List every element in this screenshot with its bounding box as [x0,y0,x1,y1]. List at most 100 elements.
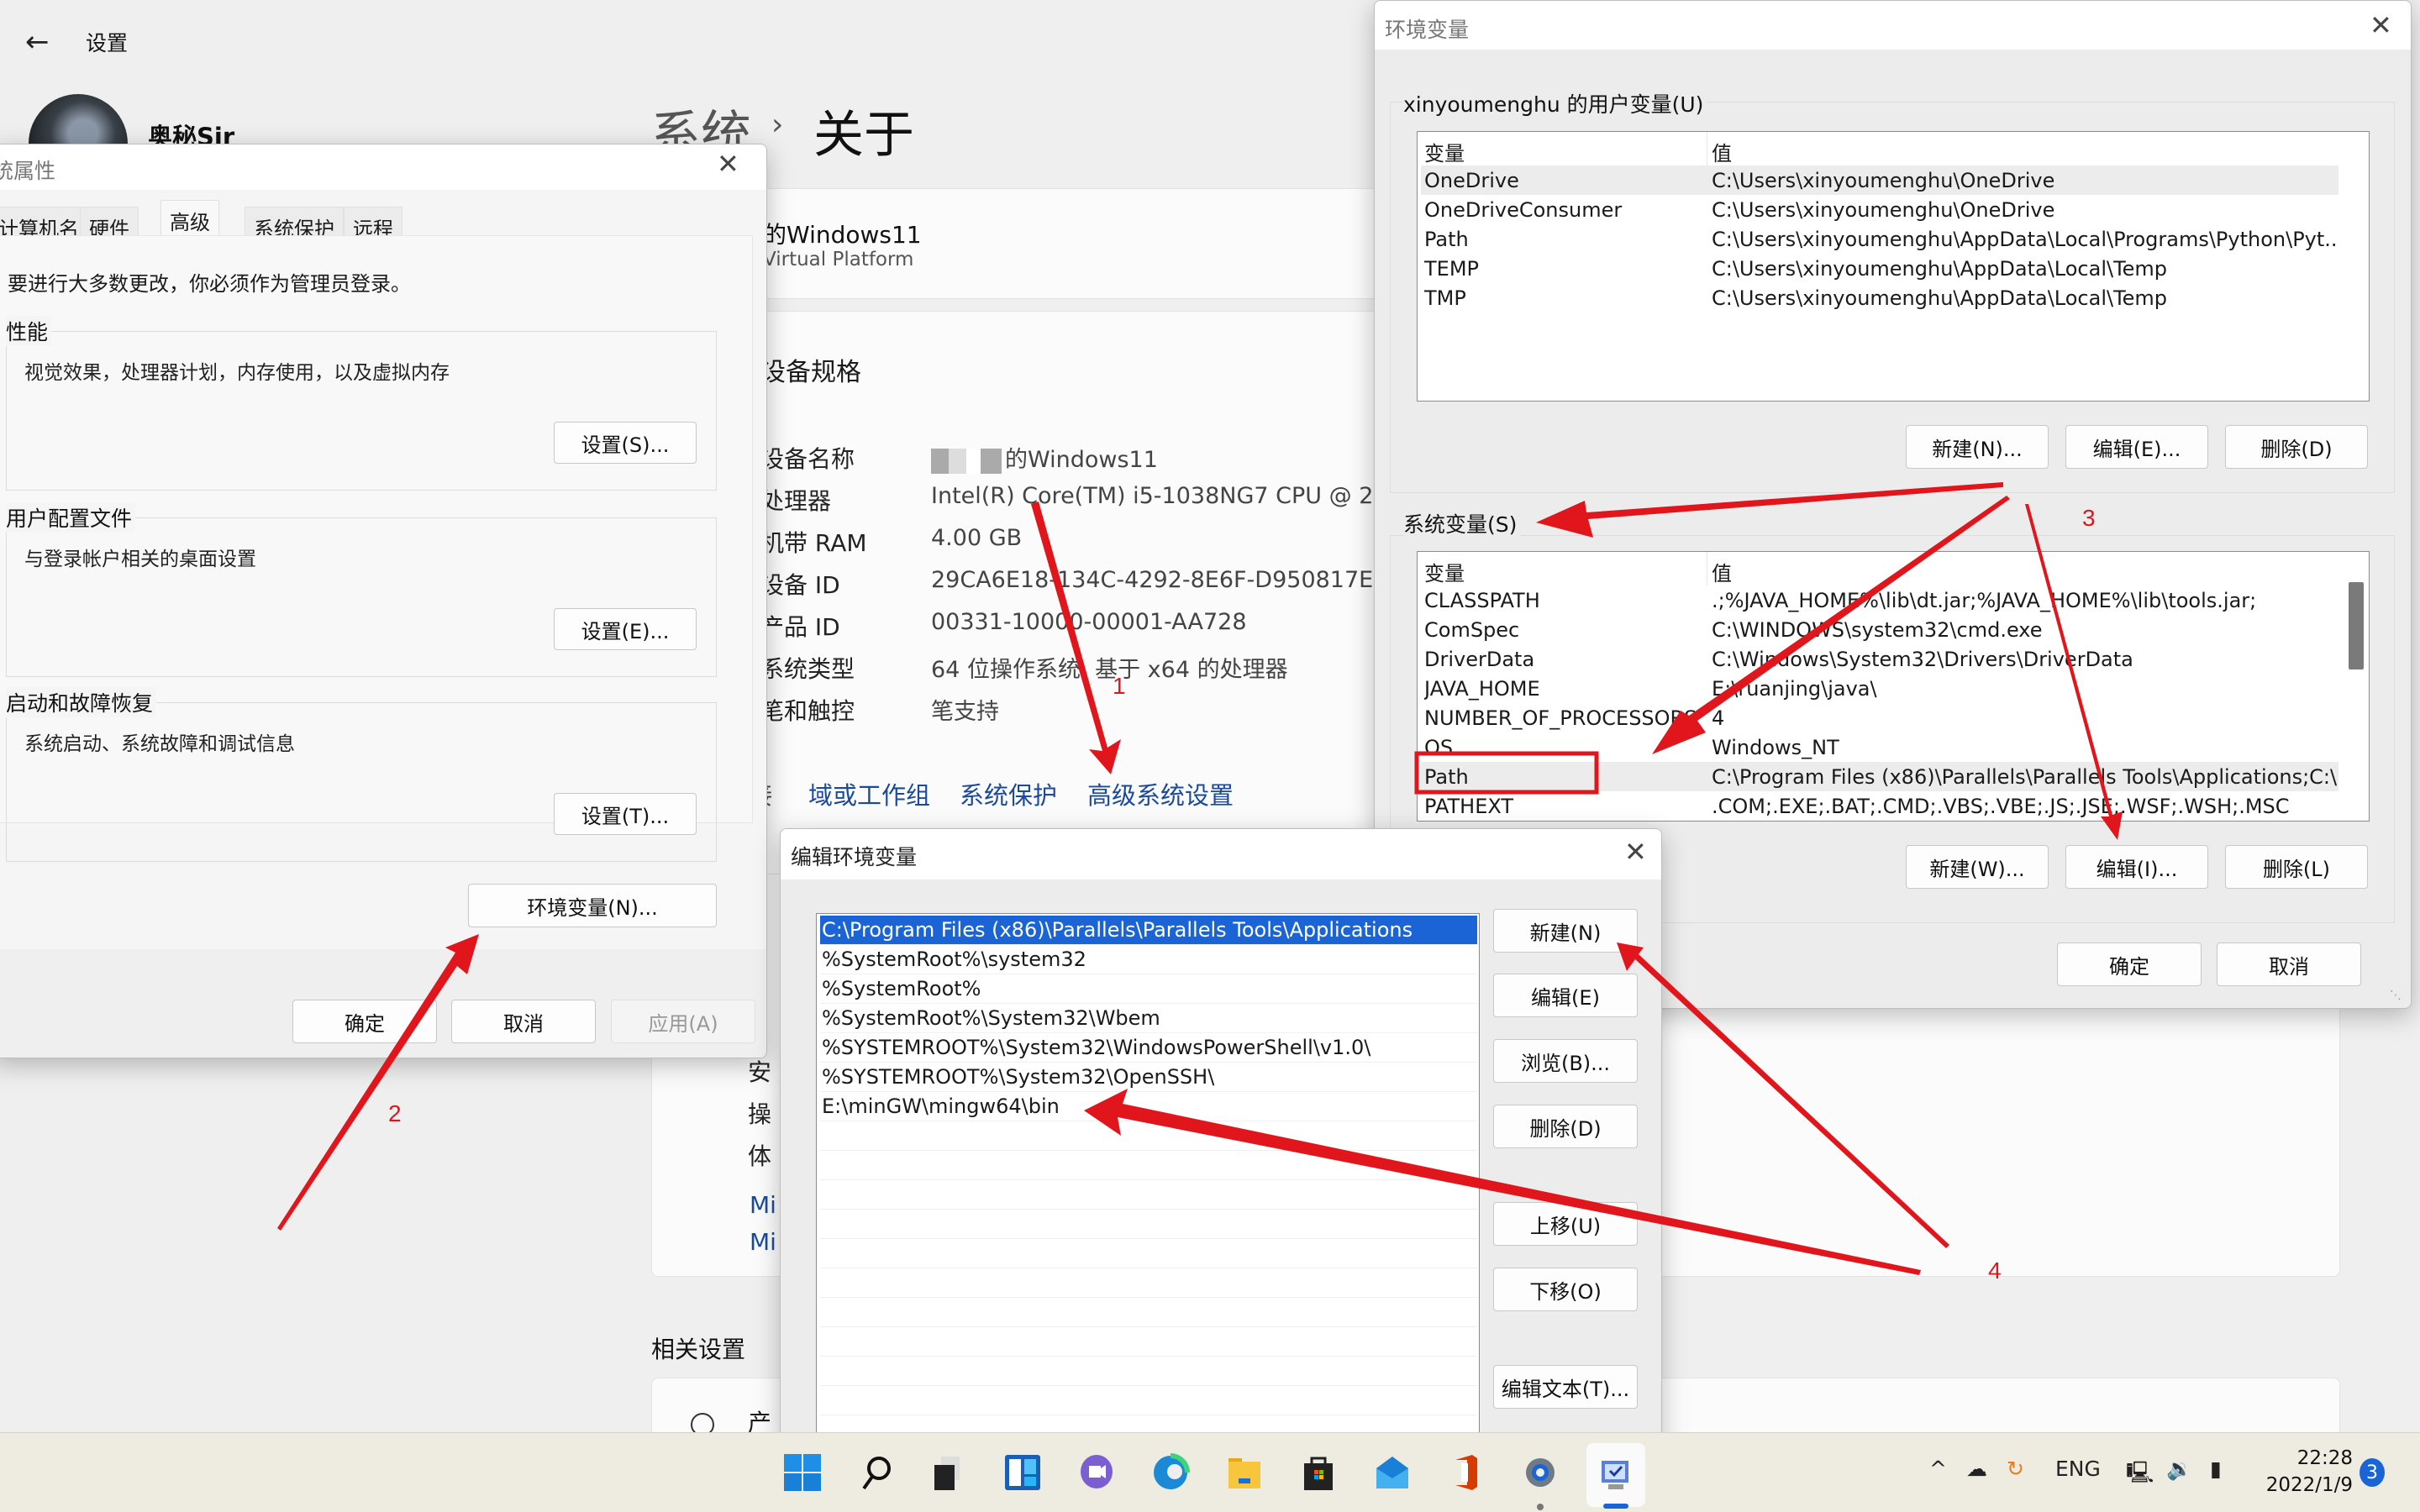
search-icon[interactable] [855,1452,897,1494]
move-up-button[interactable]: 上移(U) [1493,1202,1638,1246]
empty-path-slot[interactable] [820,1180,1477,1210]
empty-path-slot[interactable] [820,1268,1477,1298]
advanced-system-settings-link[interactable]: 高级系统设置 [1087,776,1234,811]
path-entry[interactable]: C:\Program Files (x86)\Parallels\Paralle… [820,916,1477,945]
user-delete-button[interactable]: 删除(D) [2225,425,2368,469]
table-row[interactable]: TMP C:\Users\xinyoumenghu\AppData\Local\T… [1421,283,2338,312]
startup-recovery-settings-button[interactable]: 设置(T)... [554,793,697,835]
edit-text-button[interactable]: 编辑文本(T)... [1493,1365,1638,1409]
scrollbar-thumb[interactable] [2349,582,2364,669]
empty-path-slot[interactable] [820,1298,1477,1327]
back-arrow-icon[interactable]: ← [25,25,50,59]
chat-icon[interactable] [1076,1452,1118,1494]
microsoft-link[interactable]: Mi [750,1191,776,1219]
path-entry[interactable]: E:\minGW\mingw64\bin [820,1092,1477,1121]
network-icon[interactable]: 🖳 [2126,1457,2154,1493]
move-down-button[interactable]: 下移(O) [1493,1268,1638,1311]
system-delete-button[interactable]: 删除(L) [2225,845,2368,889]
resize-grip-icon[interactable]: ⋱ [2390,989,2402,1002]
path-entry[interactable]: %SYSTEMROOT%\System32\WindowsPowerShell\… [820,1033,1477,1063]
column-header-value[interactable]: 值 [1712,137,1732,166]
ok-button[interactable]: 确定 [292,1000,437,1043]
path-entries-list[interactable]: C:\Program Files (x86)\Parallels\Paralle… [816,913,1480,1466]
close-icon[interactable]: ✕ [717,148,739,180]
user-variables-list[interactable]: 变量 值 OneDrive C:\Users\xinyoumenghu\OneDr… [1417,131,2370,402]
file-explorer-icon[interactable] [1223,1452,1265,1494]
column-header-variable[interactable]: 变量 [1424,137,1465,166]
widgets-icon[interactable] [1002,1452,1044,1494]
path-entry[interactable]: %SYSTEMROOT%\System32\OpenSSH\ [820,1063,1477,1092]
table-row[interactable]: TEMP C:\Users\xinyoumenghu\AppData\Local\… [1421,254,2338,283]
user-profile-settings-button[interactable]: 设置(E)... [554,608,697,650]
mail-icon[interactable] [1371,1452,1413,1494]
table-row[interactable]: OneDriveConsumer C:\Users\xinyoumenghu\On… [1421,195,2338,224]
notification-badge[interactable]: 3 [2360,1458,2385,1487]
sync-icon[interactable]: ↻ [2007,1457,2024,1481]
browse-button[interactable]: 浏览(B)... [1493,1039,1638,1083]
edge-icon[interactable] [1150,1452,1192,1494]
new-entry-button[interactable]: 新建(N) [1493,909,1638,953]
user-edit-button[interactable]: 编辑(E)... [2065,425,2208,469]
system-new-button[interactable]: 新建(W)... [1906,845,2049,889]
path-entry[interactable]: %SystemRoot%\system32 [820,945,1477,974]
tab-computer-name[interactable]: 计算机名 [0,207,88,241]
delete-entry-button[interactable]: 删除(D) [1493,1105,1638,1148]
edit-entry-button[interactable]: 编辑(E) [1493,974,1638,1017]
tab-hardware[interactable]: 硬件 [80,207,139,241]
tray-overflow-chevron-icon[interactable]: ^ [1929,1457,1947,1481]
table-row[interactable]: OS Windows_NT [1421,732,2338,762]
path-entry[interactable]: %SystemRoot% [820,974,1477,1004]
system-protection-link[interactable]: 系统保护 [960,776,1057,811]
store-icon[interactable] [1297,1452,1339,1494]
group-label: xinyoumenghu 的用户变量(U) [1403,88,1707,118]
domain-workgroup-link[interactable]: 域或工作组 [808,776,930,811]
table-row[interactable]: Path C:\Program Files (x86)\Parallels\Par… [1421,762,2338,791]
onedrive-warning-icon[interactable]: ☁ [1966,1457,1987,1481]
microsoft-link[interactable]: Mi [750,1228,776,1256]
title-bar[interactable]: 统属性 ✕ [0,144,766,190]
tab-system-protection[interactable]: 系统保护 [245,207,344,241]
settings-icon[interactable] [1519,1452,1561,1494]
empty-path-slot[interactable] [820,1327,1477,1357]
column-header-value[interactable]: 值 [1712,557,1732,586]
task-view-icon[interactable] [928,1452,970,1494]
cancel-button[interactable]: 取消 [2217,942,2361,986]
apply-button[interactable]: 应用(A) [611,1000,755,1043]
environment-variables-button[interactable]: 环境变量(N)... [468,884,717,927]
empty-path-slot[interactable] [820,1210,1477,1239]
title-bar[interactable]: 环境变量 ✕ [1375,1,2411,50]
path-entry[interactable]: %SystemRoot%\System32\Wbem [820,1004,1477,1033]
tab-remote[interactable]: 远程 [344,207,402,241]
empty-path-slot[interactable] [820,1151,1477,1180]
table-row[interactable]: ComSpec C:\WINDOWS\system32\cmd.exe [1421,615,2338,644]
office-icon[interactable] [1445,1452,1487,1494]
column-header-variable[interactable]: 变量 [1424,557,1465,586]
performance-settings-button[interactable]: 设置(S)... [554,422,697,464]
tab-advanced[interactable]: 高级 [160,200,219,239]
table-row[interactable]: DriverData C:\Windows\System32\Drivers\Dr… [1421,644,2338,674]
system-variables-list[interactable]: 变量 值 CLASSPATH .;%JAVA_HOME%\lib\dt.jar;%… [1417,551,2370,822]
battery-icon[interactable]: ▮ [2210,1457,2222,1481]
table-row[interactable]: CLASSPATH .;%JAVA_HOME%\lib\dt.jar;%JAVA_… [1421,585,2338,615]
language-indicator[interactable]: ENG [2055,1457,2101,1481]
system-edit-button[interactable]: 编辑(I)... [2065,845,2208,889]
cancel-button[interactable]: 取消 [451,1000,596,1043]
ok-button[interactable]: 确定 [2057,942,2202,986]
table-row[interactable]: Path C:\Users\xinyoumenghu\AppData\Local\… [1421,224,2338,254]
table-row[interactable]: OneDrive C:\Users\xinyoumenghu\OneDrive [1421,165,2338,195]
close-icon[interactable]: ✕ [2370,9,2392,41]
table-row[interactable]: PATHEXT .COM;.EXE;.BAT;.CMD;.VBS;.VBE;.JS… [1421,791,2338,821]
close-icon[interactable]: ✕ [1624,836,1647,868]
system-properties-icon[interactable] [1586,1443,1645,1507]
empty-path-slot[interactable] [820,1357,1477,1386]
empty-path-slot[interactable] [820,1386,1477,1415]
start-icon[interactable] [781,1452,823,1494]
title-bar[interactable]: 编辑环境变量 ✕ [781,829,1661,879]
empty-path-slot[interactable] [820,1239,1477,1268]
empty-path-slot[interactable] [820,1121,1477,1151]
table-row[interactable]: NUMBER_OF_PROCESSORS 4 [1421,703,2338,732]
volume-icon[interactable]: 🔉 [2166,1457,2192,1482]
clock[interactable]: 22:28 2022/1/9 [2260,1445,2353,1499]
user-new-button[interactable]: 新建(N)... [1906,425,2049,469]
table-row[interactable]: JAVA_HOME E:\ruanjing\java\ [1421,674,2338,703]
